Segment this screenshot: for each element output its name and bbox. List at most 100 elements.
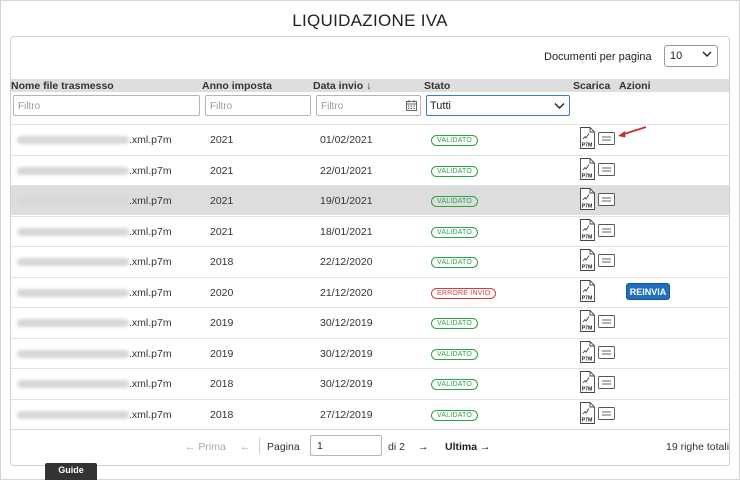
date-cell: 30/12/2019: [320, 317, 373, 329]
svg-text:P7M: P7M: [582, 387, 593, 393]
status-badge: VALIDATO: [431, 165, 479, 177]
table-row[interactable]: .xml.p7m 2021 22/01/2021 VALIDATO P7M: [11, 154, 729, 185]
year-cell: 2019: [210, 347, 234, 360]
table-row[interactable]: .xml.p7m 2020 21/12/2020 ERRORE INVIO P7M REI…: [11, 276, 729, 307]
chevron-down-icon: [554, 103, 565, 109]
svg-text:P7M: P7M: [582, 417, 593, 423]
table-row[interactable]: .xml.p7m 2021 18/01/2021 VALIDATO P7M: [11, 215, 729, 246]
year-cell: 2018: [210, 256, 234, 268]
pagination-first[interactable]: ← Prima: [185, 441, 226, 453]
header-filename[interactable]: Nome file trasmesso: [11, 80, 114, 92]
view-document-icon[interactable]: [598, 345, 615, 359]
redacted-filename: [17, 319, 129, 327]
download-p7m-icon[interactable]: P7M: [580, 310, 595, 332]
view-document-icon[interactable]: [598, 223, 615, 237]
svg-text:P7M: P7M: [582, 295, 593, 301]
resend-button[interactable]: REINVIA: [626, 282, 670, 300]
filename-cell: .xml.p7m: [129, 317, 172, 329]
view-document-icon[interactable]: [598, 406, 615, 420]
page-title: LIQUIDAZIONE IVA: [292, 11, 448, 30]
table-row[interactable]: .xml.p7m 2019 30/12/2019 VALIDATO P7M: [11, 307, 729, 337]
redacted-filename: [17, 288, 129, 297]
table-row[interactable]: .xml.p7m 2018 22/12/2020 VALIDATO P7M: [11, 246, 729, 276]
date-cell: 19/01/2021: [320, 195, 373, 207]
filename-cell: .xml.p7m: [129, 134, 172, 146]
redacted-filename: [17, 410, 129, 419]
svg-text:P7M: P7M: [582, 204, 593, 210]
status-badge: VALIDATO: [431, 135, 479, 146]
filename-cell: .xml.p7m: [129, 195, 172, 207]
table-footer-divider: [11, 429, 729, 430]
view-document-icon[interactable]: [598, 162, 615, 176]
view-document-icon[interactable]: [598, 132, 615, 145]
download-p7m-icon[interactable]: P7M: [580, 218, 595, 241]
status-filter-select[interactable]: Tutti: [426, 95, 570, 116]
header-date[interactable]: Data invio ↓: [313, 80, 371, 92]
per-page-select[interactable]: 10: [664, 45, 718, 67]
svg-text:P7M: P7M: [582, 143, 593, 149]
svg-text:P7M: P7M: [582, 326, 593, 332]
download-p7m-icon[interactable]: P7M: [580, 401, 595, 424]
table-row[interactable]: .xml.p7m 2018 27/12/2019 VALIDATO P7M: [11, 398, 729, 429]
calendar-icon[interactable]: [406, 100, 417, 111]
annotation-arrow-icon: [618, 126, 647, 138]
svg-text:P7M: P7M: [582, 173, 593, 179]
status-badge: VALIDATO: [431, 379, 479, 390]
date-cell: 30/12/2019: [320, 347, 373, 360]
date-filter-placeholder: Filtro: [321, 101, 344, 112]
download-p7m-icon[interactable]: P7M: [580, 340, 595, 363]
status-badge: VALIDATO: [431, 257, 479, 268]
chevron-down-icon: [702, 51, 712, 57]
per-page-label: Documenti per pagina: [544, 51, 652, 63]
view-document-icon[interactable]: [598, 254, 615, 267]
year-cell: 2020: [210, 286, 234, 299]
date-filter-input[interactable]: Filtro: [316, 95, 421, 116]
download-p7m-icon[interactable]: P7M: [580, 279, 595, 302]
filename-filter-input[interactable]: Filtro: [13, 95, 200, 116]
pagination-prev[interactable]: ←: [240, 441, 251, 453]
table-row[interactable]: .xml.p7m 2018 30/12/2019 VALIDATO P7M: [11, 368, 729, 398]
pagination-next[interactable]: →: [418, 441, 429, 453]
redacted-filename: [17, 227, 129, 236]
year-filter-input[interactable]: Filtro: [205, 95, 311, 116]
header-year[interactable]: Anno imposta: [202, 80, 272, 92]
redacted-filename: [17, 349, 129, 358]
year-cell: 2019: [210, 317, 234, 329]
filename-cell: .xml.p7m: [129, 225, 172, 238]
pagination-page-label: Pagina: [267, 441, 300, 453]
pagination-last[interactable]: Ultima →: [445, 441, 491, 453]
redacted-filename: [17, 197, 129, 205]
status-badge: ERRORE INVIO: [431, 287, 497, 299]
total-rows-label: 19 righe totali: [666, 441, 730, 453]
pagination-separator: [259, 438, 260, 454]
download-p7m-icon[interactable]: P7M: [580, 371, 595, 393]
view-document-icon[interactable]: [598, 376, 615, 389]
guide-button[interactable]: Guide: [45, 463, 97, 480]
status-badge: VALIDATO: [431, 196, 479, 207]
view-document-icon[interactable]: [598, 193, 615, 206]
status-badge: VALIDATO: [431, 348, 479, 360]
header-status[interactable]: Stato: [424, 80, 450, 92]
redacted-filename: [17, 380, 129, 388]
redacted-filename: [17, 136, 129, 144]
date-cell: 18/01/2021: [320, 225, 373, 238]
download-p7m-icon[interactable]: P7M: [580, 249, 595, 271]
page-number-input[interactable]: 1: [310, 435, 382, 456]
filename-cell: .xml.p7m: [129, 164, 172, 177]
date-cell: 01/02/2021: [320, 134, 373, 146]
download-p7m-icon[interactable]: P7M: [580, 127, 595, 149]
status-filter-value: Tutti: [430, 100, 451, 112]
redacted-filename: [17, 166, 129, 175]
view-document-icon[interactable]: [598, 315, 615, 328]
download-p7m-icon[interactable]: P7M: [580, 188, 595, 210]
table-row[interactable]: .xml.p7m 2021 19/01/2021 VALIDATO P7M: [11, 185, 729, 215]
status-badge: VALIDATO: [431, 409, 479, 421]
sort-desc-icon: ↓: [366, 80, 372, 92]
year-cell: 2021: [210, 134, 234, 146]
status-badge: VALIDATO: [431, 318, 479, 329]
table-row[interactable]: .xml.p7m 2019 30/12/2019 VALIDATO P7M: [11, 337, 729, 368]
download-p7m-icon[interactable]: P7M: [580, 157, 595, 180]
year-cell: 2018: [210, 408, 234, 421]
svg-text:P7M: P7M: [582, 234, 593, 240]
date-cell: 21/12/2020: [320, 286, 373, 299]
